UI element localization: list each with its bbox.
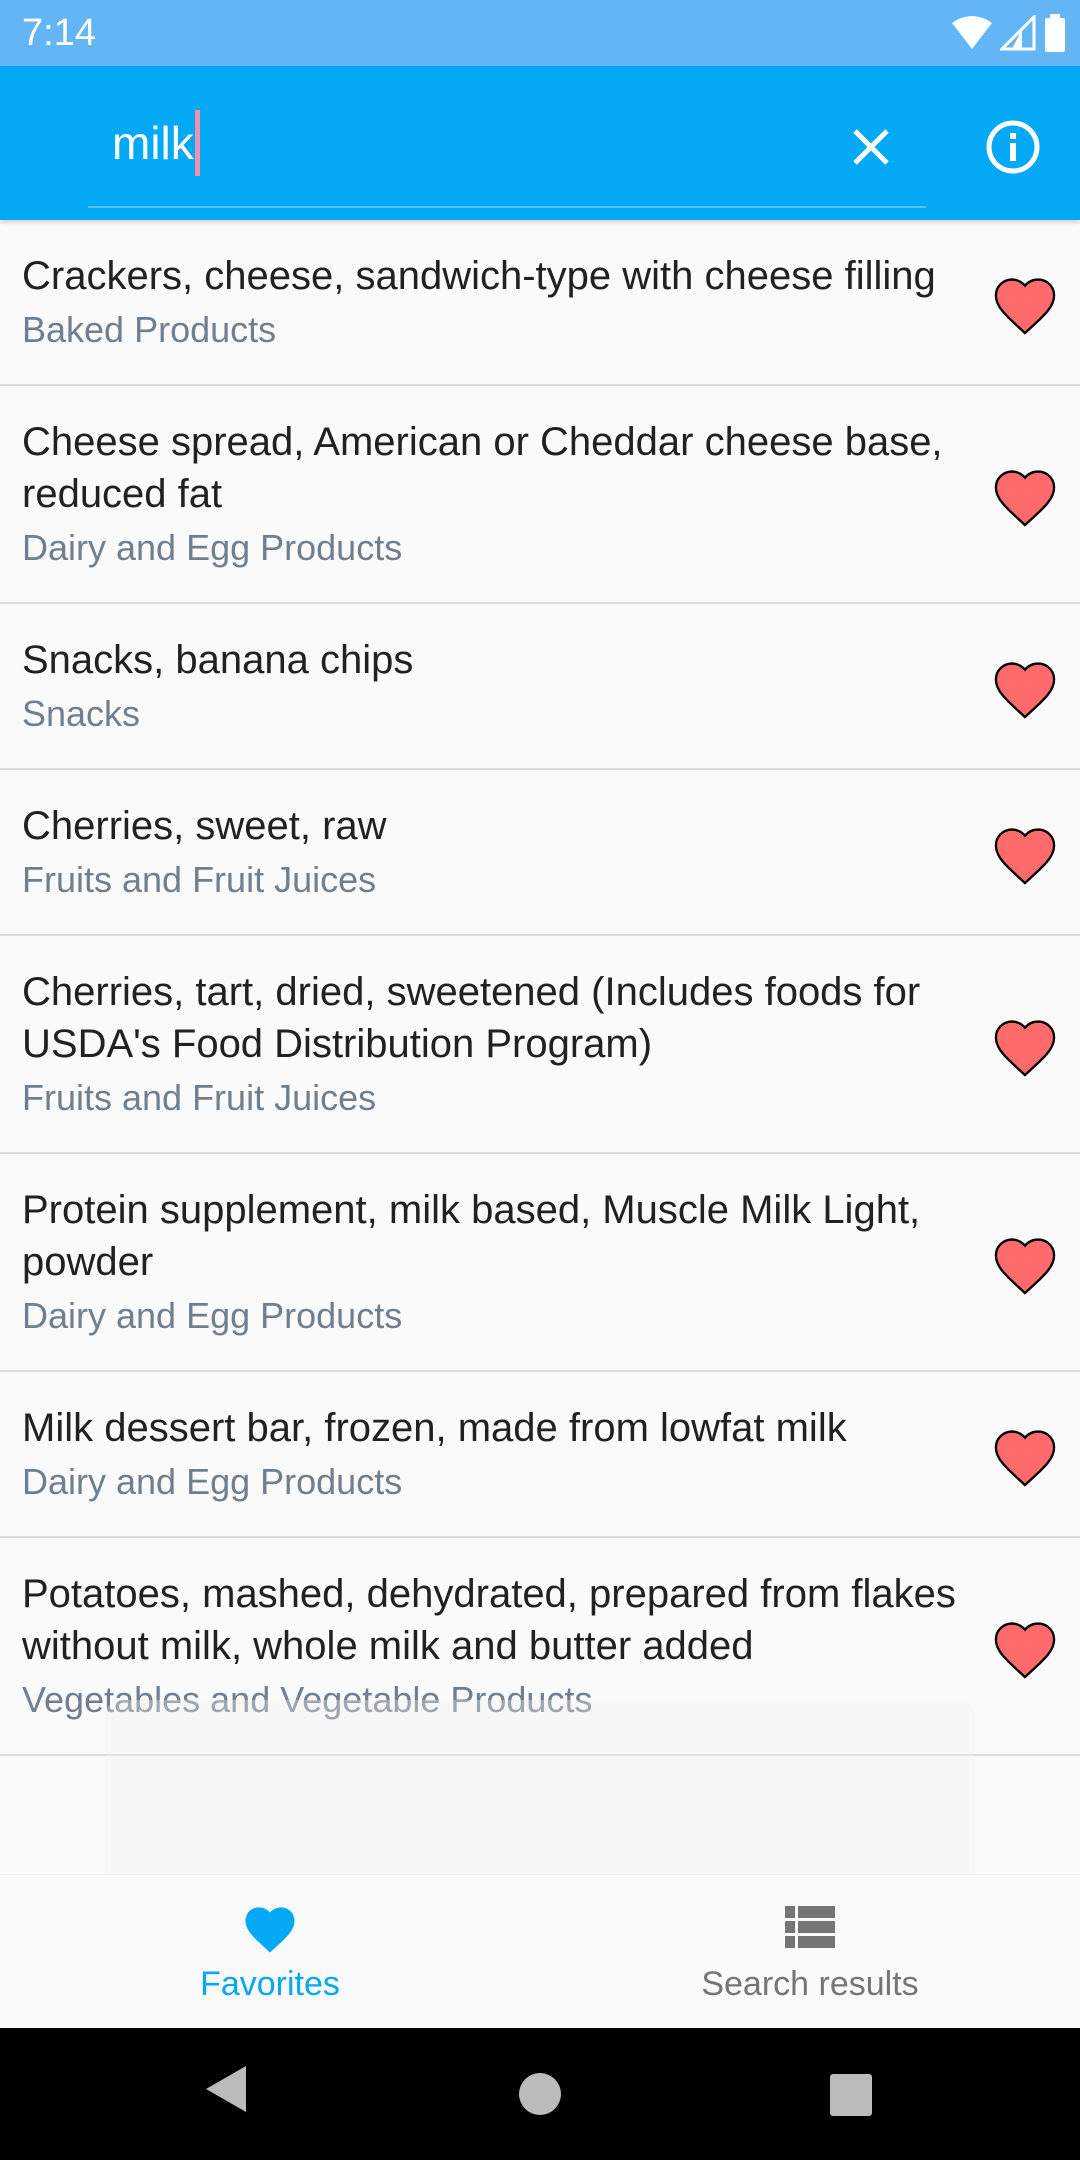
food-name: Milk dessert bar, frozen, made from lowf… bbox=[22, 1406, 847, 1450]
info-icon bbox=[986, 120, 1040, 174]
food-category: Baked Products bbox=[22, 309, 277, 350]
status-bar: 7:14 bbox=[0, 0, 1080, 66]
food-category: Fruits and Fruit Juices bbox=[22, 1077, 377, 1118]
food-category: Fruits and Fruit Juices bbox=[22, 859, 377, 900]
wifi-icon bbox=[952, 16, 992, 49]
info-button[interactable] bbox=[978, 112, 1048, 182]
food-name: Snacks, banana chips bbox=[22, 638, 414, 682]
list-item[interactable]: Cherries, sweet, raw Fruits and Fruit Ju… bbox=[0, 770, 1080, 936]
text-caret bbox=[194, 110, 200, 176]
cell-signal-icon bbox=[1000, 15, 1036, 51]
list-item-text: Cheese spread, American or Cheddar chees… bbox=[22, 416, 960, 576]
home-button[interactable] bbox=[518, 2072, 562, 2121]
bottom-navigation: Favorites Search results bbox=[0, 1874, 1080, 2028]
list-item[interactable]: Cheese spread, American or Cheddar chees… bbox=[0, 386, 1080, 604]
list-item[interactable]: Snacks, banana chips Snacks bbox=[0, 604, 1080, 770]
favorite-heart-icon[interactable] bbox=[990, 1232, 1060, 1296]
favorite-heart-icon[interactable] bbox=[990, 1424, 1060, 1488]
list-item[interactable]: Cherries, tart, dried, sweetened (Includ… bbox=[0, 936, 1080, 1154]
food-category: Dairy and Egg Products bbox=[22, 1295, 403, 1336]
battery-icon bbox=[1045, 14, 1065, 52]
list-item-text: Cherries, tart, dried, sweetened (Includ… bbox=[22, 966, 960, 1126]
list-item[interactable]: Protein supplement, milk based, Muscle M… bbox=[0, 1154, 1080, 1372]
search-underline bbox=[88, 206, 926, 208]
food-name: Protein supplement, milk based, Muscle M… bbox=[22, 1188, 921, 1284]
search-query: milk bbox=[112, 117, 194, 169]
favorite-heart-icon[interactable] bbox=[990, 656, 1060, 720]
food-category: Dairy and Egg Products bbox=[22, 1461, 403, 1502]
results-list: Crackers, cheese, sandwich-type with che… bbox=[0, 220, 1080, 1756]
list-icon bbox=[785, 1906, 835, 1948]
recents-button[interactable] bbox=[830, 2074, 872, 2121]
home-icon bbox=[519, 2073, 561, 2115]
close-icon bbox=[853, 129, 889, 165]
clear-search-button[interactable] bbox=[836, 112, 906, 182]
system-navigation-bar bbox=[0, 2028, 1080, 2160]
status-time: 7:14 bbox=[22, 11, 96, 54]
list-item-text: Snacks, banana chips Snacks bbox=[22, 634, 960, 742]
back-button[interactable] bbox=[204, 2064, 248, 2119]
tab-label: Favorites bbox=[200, 1965, 340, 2003]
back-icon bbox=[206, 2066, 246, 2112]
favorite-heart-icon[interactable] bbox=[990, 1014, 1060, 1078]
search-input[interactable]: milk bbox=[88, 108, 788, 178]
tab-label: Search results bbox=[701, 1965, 919, 2003]
list-item[interactable]: Crackers, cheese, sandwich-type with che… bbox=[0, 220, 1080, 386]
food-category: Snacks bbox=[22, 693, 141, 734]
food-name: Potatoes, mashed, dehydrated, prepared f… bbox=[22, 1572, 956, 1668]
list-item-text: Cherries, sweet, raw Fruits and Fruit Ju… bbox=[22, 800, 960, 908]
favorite-heart-icon[interactable] bbox=[990, 464, 1060, 528]
list-item[interactable]: Milk dessert bar, frozen, made from lowf… bbox=[0, 1372, 1080, 1538]
recents-icon bbox=[830, 2074, 872, 2116]
favorite-heart-icon[interactable] bbox=[990, 1616, 1060, 1680]
food-name: Cheese spread, American or Cheddar chees… bbox=[22, 420, 943, 516]
food-name: Cherries, tart, dried, sweetened (Includ… bbox=[22, 970, 921, 1066]
food-category: Dairy and Egg Products bbox=[22, 527, 403, 568]
tab-search-results[interactable]: Search results bbox=[540, 1875, 1080, 2029]
heart-icon bbox=[245, 1907, 295, 1953]
food-name: Crackers, cheese, sandwich-type with che… bbox=[22, 254, 936, 298]
list-item-text: Protein supplement, milk based, Muscle M… bbox=[22, 1184, 960, 1344]
list-item-text: Milk dessert bar, frozen, made from lowf… bbox=[22, 1402, 960, 1510]
app-bar: milk bbox=[0, 66, 1080, 220]
list-item-text: Crackers, cheese, sandwich-type with che… bbox=[22, 250, 960, 358]
tab-favorites[interactable]: Favorites bbox=[0, 1875, 540, 2029]
favorite-heart-icon[interactable] bbox=[990, 822, 1060, 886]
favorite-heart-icon[interactable] bbox=[990, 272, 1060, 336]
food-name: Cherries, sweet, raw bbox=[22, 804, 387, 848]
